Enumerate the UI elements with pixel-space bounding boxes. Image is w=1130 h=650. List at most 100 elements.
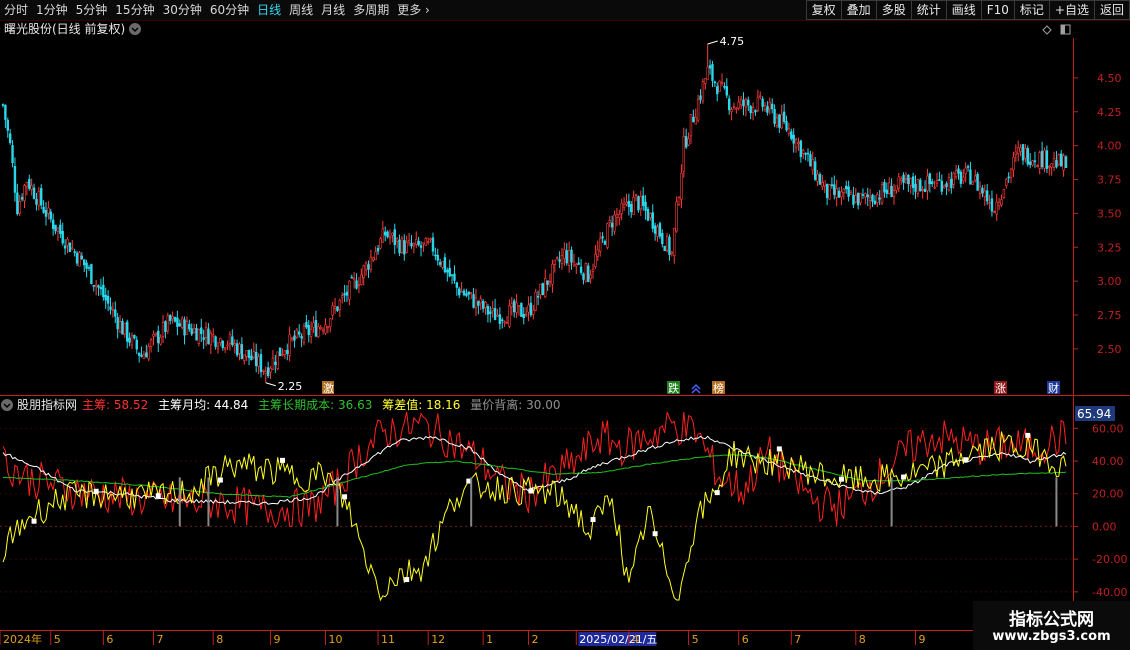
candle bbox=[742, 92, 745, 116]
candle bbox=[114, 301, 117, 324]
indicator-series bbox=[2, 411, 1067, 602]
candle bbox=[214, 335, 217, 350]
candle bbox=[962, 168, 965, 184]
diamond-icon[interactable] bbox=[1042, 25, 1052, 35]
legend-vol-value: 30.00 bbox=[526, 398, 560, 412]
candle bbox=[871, 193, 874, 208]
candle bbox=[988, 194, 991, 210]
signal-marker bbox=[93, 488, 99, 494]
candle bbox=[813, 157, 817, 181]
marker-die[interactable]: 跌 bbox=[667, 381, 680, 395]
indicator-tick-label: 20.00 bbox=[1092, 488, 1124, 501]
candle bbox=[966, 164, 970, 172]
candle bbox=[840, 186, 843, 205]
candle bbox=[190, 323, 193, 337]
candle bbox=[443, 253, 447, 274]
candle bbox=[157, 325, 160, 353]
candle bbox=[400, 235, 404, 254]
candle bbox=[708, 59, 712, 75]
candle bbox=[694, 108, 697, 125]
candle bbox=[252, 342, 256, 360]
candle bbox=[61, 222, 64, 246]
candle bbox=[861, 188, 865, 199]
candle bbox=[350, 274, 353, 279]
candle bbox=[281, 348, 284, 357]
candle bbox=[472, 287, 475, 309]
candle bbox=[379, 236, 382, 250]
indicator-collapse-icon[interactable] bbox=[1, 399, 13, 411]
signal-marker bbox=[342, 494, 348, 500]
candle bbox=[51, 213, 55, 236]
time-tick-label: 2024年 bbox=[3, 632, 42, 646]
candle bbox=[534, 288, 537, 312]
candle bbox=[1014, 144, 1018, 162]
chevron-down-icon[interactable] bbox=[129, 23, 141, 35]
candle bbox=[73, 248, 76, 257]
candle bbox=[577, 257, 580, 266]
candle bbox=[744, 97, 748, 117]
candle bbox=[288, 326, 291, 362]
candle bbox=[673, 227, 676, 264]
time-tick-label: 11 bbox=[381, 633, 395, 646]
time-tick-label: 4 bbox=[632, 633, 639, 646]
candle bbox=[264, 366, 267, 383]
candle bbox=[856, 192, 860, 210]
candle bbox=[54, 224, 57, 235]
candle bbox=[1050, 162, 1053, 176]
candle bbox=[376, 244, 380, 255]
candle bbox=[565, 243, 568, 266]
double-up-arrow-icon[interactable] bbox=[691, 383, 701, 394]
candle bbox=[1002, 188, 1006, 199]
candle bbox=[974, 169, 977, 183]
candle bbox=[462, 288, 466, 297]
candle bbox=[305, 315, 308, 330]
marker-cai[interactable]: 财 bbox=[1047, 381, 1060, 395]
candle bbox=[362, 264, 365, 286]
candle bbox=[735, 107, 738, 114]
candle bbox=[116, 312, 119, 339]
signal-marker bbox=[217, 477, 223, 483]
candle bbox=[1024, 143, 1027, 163]
panel-toggle-icon[interactable] bbox=[1060, 24, 1071, 35]
candle bbox=[931, 178, 934, 187]
legend-cost-value: 36.63 bbox=[338, 398, 372, 412]
candle bbox=[1038, 150, 1041, 175]
candle bbox=[243, 354, 246, 365]
candle bbox=[106, 290, 110, 312]
candle bbox=[768, 97, 771, 115]
candle bbox=[426, 237, 430, 245]
marker-bang[interactable]: 榜 bbox=[712, 381, 725, 395]
candle bbox=[228, 331, 232, 351]
candle bbox=[778, 113, 781, 133]
candle bbox=[221, 339, 224, 351]
marker-zhang[interactable]: 涨 bbox=[994, 381, 1007, 395]
candle bbox=[505, 316, 509, 324]
candle bbox=[833, 175, 836, 200]
candle bbox=[360, 268, 363, 286]
candle bbox=[969, 161, 972, 185]
candle bbox=[49, 208, 52, 223]
candle bbox=[656, 224, 659, 242]
candle bbox=[412, 242, 416, 254]
candle bbox=[216, 341, 220, 354]
candle bbox=[23, 183, 26, 209]
time-tick-label: 8 bbox=[859, 633, 866, 646]
candle bbox=[1028, 152, 1032, 169]
candle bbox=[699, 89, 702, 104]
candle bbox=[639, 190, 643, 216]
candle bbox=[723, 82, 726, 90]
candle bbox=[474, 288, 478, 316]
candle bbox=[159, 334, 162, 346]
candle bbox=[40, 184, 43, 210]
indicator-name: 股朋指标网 bbox=[17, 397, 77, 412]
candle bbox=[770, 98, 774, 114]
candle bbox=[952, 171, 955, 189]
candle bbox=[415, 231, 418, 249]
candle bbox=[1055, 151, 1058, 169]
candle bbox=[1026, 145, 1029, 167]
candle bbox=[1000, 194, 1003, 208]
marker-ji[interactable]: 激 bbox=[322, 381, 334, 395]
signal-marker bbox=[714, 490, 720, 496]
candle bbox=[326, 325, 330, 334]
candle bbox=[649, 212, 652, 221]
